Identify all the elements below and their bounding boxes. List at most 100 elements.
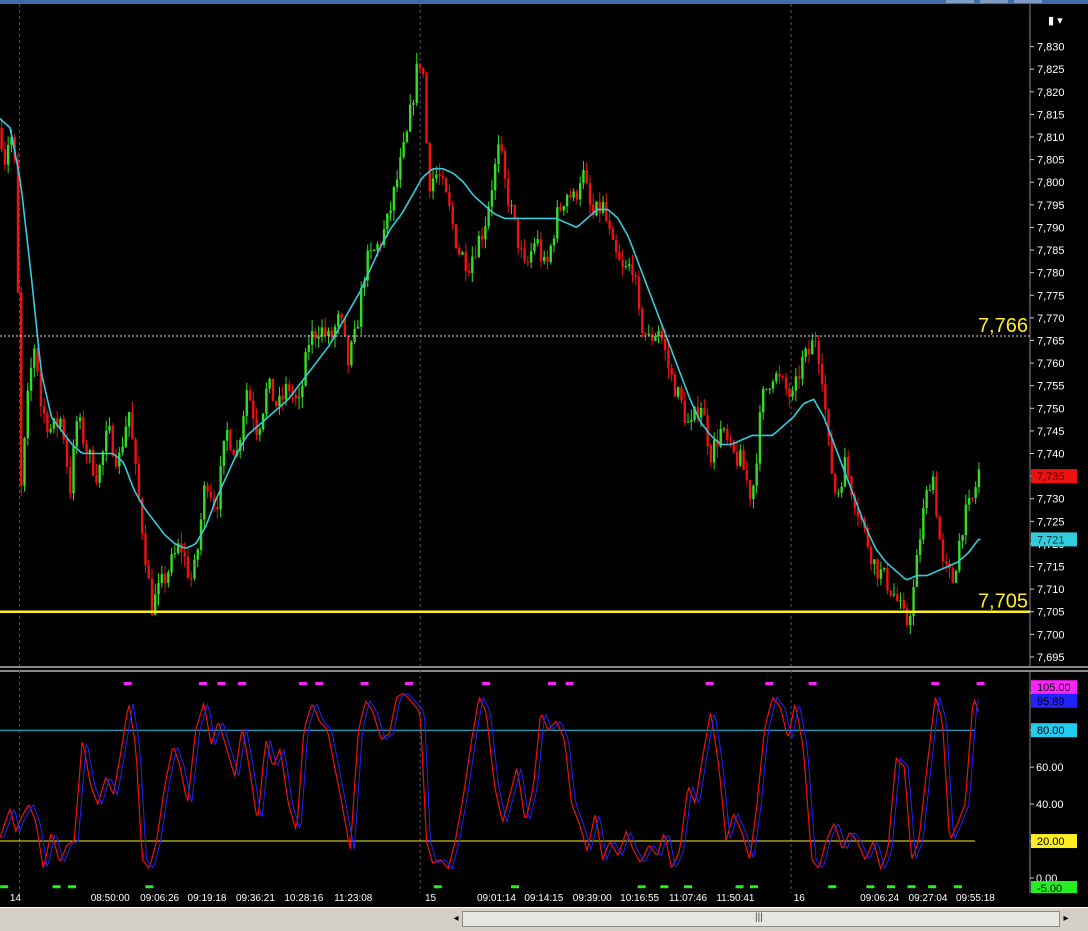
- price-bar-up: [765, 388, 768, 390]
- price-bar-down: [876, 559, 879, 579]
- price-bar-up: [493, 163, 497, 191]
- minimize-button[interactable]: [946, 0, 974, 3]
- price-bar-up: [964, 504, 968, 536]
- price-tick-label: 7,700: [1037, 629, 1065, 641]
- price-bar-down: [833, 473, 837, 493]
- price-bar-down: [526, 261, 530, 263]
- price-tick-label: 7,745: [1037, 426, 1065, 438]
- price-bar-up: [105, 430, 108, 452]
- price-bar-down: [65, 439, 69, 467]
- price-tick-label: 7,805: [1037, 155, 1065, 167]
- overbought-signal-marker: [931, 682, 940, 685]
- oversold-signal-marker: [928, 885, 937, 889]
- price-bar-down: [458, 248, 461, 255]
- time-axis-label: 09:06:24: [860, 893, 900, 904]
- oversold-signal-marker: [660, 885, 669, 889]
- panel-divider[interactable]: [0, 666, 1088, 668]
- moving-average-value-label: 7,721: [1037, 534, 1065, 546]
- chart-menu-icon[interactable]: ▮ ▾: [1048, 14, 1063, 27]
- price-bar-down: [726, 428, 729, 441]
- overbought-signal-marker: [565, 682, 574, 685]
- price-bar-up: [356, 326, 360, 329]
- price-bar-down: [520, 247, 523, 249]
- price-bar-up: [882, 567, 886, 570]
- price-bar-up: [925, 490, 928, 509]
- price-bar-up: [121, 446, 124, 453]
- scroll-left-arrow-icon[interactable]: ◂: [451, 912, 461, 926]
- price-bar-down: [889, 590, 892, 596]
- panel-top-border: [0, 670, 1088, 672]
- price-chart[interactable]: 7,6957,7007,7057,7107,7157,7207,7257,730…: [0, 4, 1088, 668]
- price-bar-up: [654, 336, 657, 341]
- price-bar-down: [729, 440, 732, 442]
- oversold-signal-marker: [735, 885, 744, 889]
- price-bar-up: [739, 450, 742, 466]
- maximize-button[interactable]: [980, 0, 1008, 3]
- marker-label: -5.00: [1037, 883, 1062, 893]
- oversold-signal-marker: [684, 885, 693, 889]
- price-bar-up: [268, 378, 271, 389]
- price-bar-down: [114, 456, 118, 467]
- oscillator-tick-label: 40.00: [1036, 799, 1064, 811]
- price-bar-up: [873, 559, 876, 565]
- price-bar-up: [435, 174, 438, 179]
- price-bar-down: [232, 449, 235, 456]
- price-bar-up: [909, 616, 912, 626]
- price-bar-down: [69, 466, 72, 494]
- price-bar-up: [837, 492, 840, 494]
- price-bar-down: [216, 506, 219, 510]
- price-bar-down: [735, 452, 739, 466]
- price-bar-down: [846, 456, 850, 477]
- price-tick-label: 7,740: [1037, 449, 1065, 461]
- price-tick-label: 7,820: [1037, 87, 1065, 99]
- price-bar-down: [650, 333, 654, 341]
- stochastic-oscillator-panel[interactable]: 0.0020.0040.0060.0080.00100.0080.0020.00…: [0, 670, 1088, 893]
- price-bar-up: [484, 226, 487, 240]
- price-bar-up: [510, 205, 513, 207]
- time-axis-label: 11:23:08: [334, 893, 373, 904]
- price-bar-down: [190, 577, 193, 579]
- oversold-signal-marker: [0, 885, 9, 889]
- price-bar-up: [389, 210, 392, 214]
- level-label: 80.00: [1037, 725, 1065, 737]
- time-axis-label: 08:50:00: [90, 893, 130, 904]
- horizontal-scrollbar[interactable]: ◂ ||| ▸: [0, 907, 1088, 931]
- price-bar-up: [310, 330, 314, 345]
- price-tick-label: 7,810: [1037, 132, 1065, 144]
- price-bar-down: [137, 464, 141, 499]
- overbought-signal-marker: [198, 682, 207, 685]
- price-bar-down: [324, 327, 327, 336]
- price-bar-down: [778, 373, 781, 377]
- price-bar-up: [373, 250, 376, 252]
- price-bar-down: [951, 568, 954, 583]
- price-bar-down: [820, 364, 824, 385]
- price-bar-down: [252, 400, 255, 419]
- price-bar-up: [879, 569, 883, 579]
- price-bar-up: [471, 256, 474, 273]
- time-axis-label: 09:01:14: [476, 893, 516, 904]
- price-bar-up: [203, 485, 206, 520]
- price-bar-down: [585, 170, 588, 184]
- price-bar-up: [977, 469, 981, 488]
- close-button[interactable]: [1014, 0, 1042, 3]
- price-bar-down: [941, 539, 945, 562]
- price-bar-up: [722, 428, 726, 430]
- price-bar-down: [971, 497, 974, 499]
- price-bar-down: [448, 192, 451, 206]
- oversold-signal-marker: [907, 885, 916, 889]
- price-tick-label: 7,710: [1037, 584, 1065, 596]
- price-bar-down: [42, 406, 46, 414]
- price-bar-up: [918, 539, 922, 556]
- price-bar-down: [546, 256, 549, 263]
- overbought-signal-marker: [315, 682, 324, 685]
- marker-label: 95.89: [1037, 696, 1065, 708]
- price-bar-down: [703, 407, 706, 416]
- price-bar-up: [768, 388, 771, 390]
- scroll-right-arrow-icon[interactable]: ▸: [1060, 912, 1072, 926]
- price-bar-down: [274, 401, 278, 407]
- price-bar-up: [552, 238, 556, 246]
- scroll-thumb[interactable]: |||: [462, 911, 1060, 927]
- price-tick-label: 7,780: [1037, 268, 1065, 280]
- horizontal-line-label: 7,705: [978, 591, 1028, 613]
- price-bar-up: [974, 487, 977, 499]
